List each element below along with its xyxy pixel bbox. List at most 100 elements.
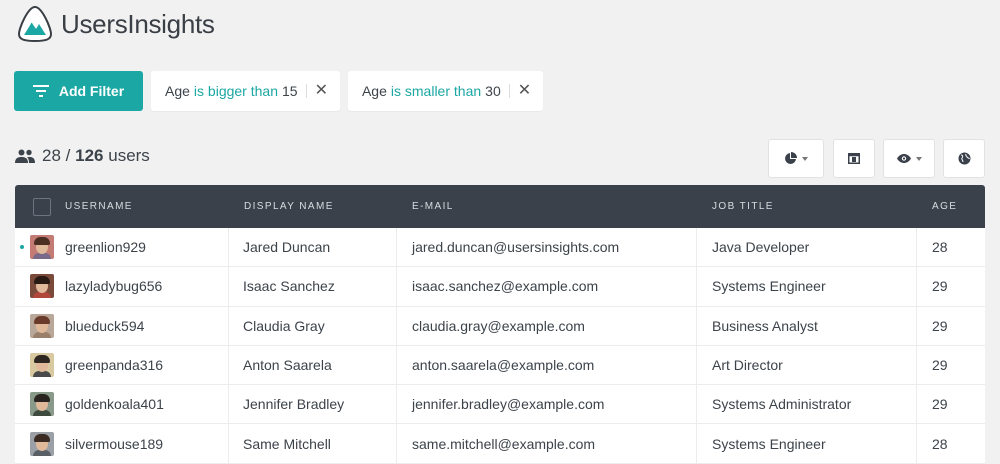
avatar[interactable] bbox=[30, 353, 54, 378]
avatar[interactable] bbox=[30, 313, 54, 338]
filter-value: 30 bbox=[485, 83, 501, 99]
display-name-cell: Isaac Sanchez bbox=[229, 267, 397, 306]
add-filter-button[interactable]: Add Filter bbox=[14, 71, 143, 111]
display-name: Same Mitchell bbox=[243, 435, 331, 452]
table-row[interactable]: silvermouse189 Same Mitchell same.mitche… bbox=[15, 424, 985, 464]
username[interactable]: greenlion929 bbox=[65, 239, 146, 255]
display-name: Jennifer Bradley bbox=[243, 396, 345, 413]
username-cell: silvermouse189 bbox=[15, 424, 229, 463]
username[interactable]: goldenkoala401 bbox=[65, 396, 164, 412]
age-cell: 29 bbox=[917, 267, 985, 305]
filter-chip[interactable]: Age is bigger than 15 ✕ bbox=[151, 71, 340, 111]
email-cell: jared.duncan@usersinsights.com bbox=[397, 228, 697, 267]
select-all-checkbox[interactable] bbox=[33, 197, 51, 216]
add-filter-label: Add Filter bbox=[58, 83, 125, 99]
pie-chart-icon bbox=[785, 152, 797, 164]
column-header-job-title[interactable]: JOB TITLE bbox=[712, 185, 932, 228]
display-name: Claudia Gray bbox=[243, 317, 325, 334]
avatar-hair bbox=[34, 394, 50, 403]
avatar-hair bbox=[34, 355, 50, 364]
age: 29 bbox=[932, 396, 948, 413]
job-title: Art Director bbox=[712, 357, 783, 374]
column-header-email[interactable]: E-MAIL bbox=[412, 185, 712, 228]
table-row[interactable]: greenlion929 Jared Duncan jared.duncan@u… bbox=[15, 228, 985, 268]
filter-bar: Add Filter Age is bigger than 15 ✕ Age i… bbox=[14, 71, 544, 111]
avatar[interactable] bbox=[30, 392, 54, 417]
avatar-hair bbox=[34, 237, 50, 246]
age-cell: 29 bbox=[917, 385, 985, 423]
job-title-cell: Systems Engineer bbox=[697, 424, 917, 463]
remove-filter-icon[interactable]: ✕ bbox=[315, 83, 328, 99]
job-title-cell: Systems Engineer bbox=[697, 267, 917, 306]
column-header-display-name[interactable]: DISPLAY NAME bbox=[244, 185, 412, 228]
email: anton.saarela@example.com bbox=[412, 357, 595, 374]
age: 28 bbox=[932, 239, 948, 256]
divider bbox=[508, 84, 510, 98]
globe-icon bbox=[958, 152, 970, 165]
email-cell: claudia.gray@example.com bbox=[397, 306, 697, 345]
filter-value: 15 bbox=[281, 83, 298, 99]
job-title-cell: Java Developer bbox=[697, 228, 917, 267]
avatar[interactable] bbox=[30, 235, 54, 260]
avatar-hair bbox=[34, 315, 50, 324]
job-title: Business Analyst bbox=[712, 317, 818, 334]
column-header-age[interactable]: AGE bbox=[932, 185, 985, 228]
job-title: Systems Engineer bbox=[712, 278, 826, 295]
table-row[interactable]: greenpanda316 Anton Saarela anton.saarel… bbox=[15, 345, 985, 386]
display-name: Anton Saarela bbox=[243, 357, 332, 374]
table-header: USERNAME DISPLAY NAME E-MAIL JOB TITLE A… bbox=[15, 185, 985, 228]
age: 29 bbox=[932, 357, 948, 374]
display-name: Jared Duncan bbox=[243, 239, 331, 256]
segments-button[interactable] bbox=[768, 139, 824, 178]
divider bbox=[305, 84, 307, 98]
avatar[interactable] bbox=[30, 274, 54, 299]
user-count: 28 / 126 users bbox=[15, 146, 150, 166]
email-cell: jennifer.bradley@example.com bbox=[397, 385, 697, 424]
avatar-shirt bbox=[33, 410, 51, 417]
table-row[interactable]: lazyladybug656 Isaac Sanchez isaac.sanch… bbox=[15, 267, 985, 307]
table-row[interactable]: blueduck594 Claudia Gray claudia.gray@ex… bbox=[15, 306, 985, 346]
users-icon bbox=[15, 149, 35, 163]
email-cell: anton.saarela@example.com bbox=[397, 345, 697, 385]
columns-button[interactable] bbox=[833, 139, 875, 178]
filter-chip[interactable]: Age is smaller than 30 ✕ bbox=[347, 71, 544, 111]
username[interactable]: blueduck594 bbox=[65, 318, 144, 334]
email: same.mitchell@example.com bbox=[412, 435, 596, 452]
column-header-username[interactable]: USERNAME bbox=[65, 185, 244, 228]
age-cell: 29 bbox=[917, 307, 985, 345]
avatar[interactable] bbox=[30, 431, 54, 456]
remove-filter-icon[interactable]: ✕ bbox=[518, 83, 531, 99]
count-unit: users bbox=[108, 146, 150, 165]
table-row[interactable]: goldenkoala401 Jennifer Bradley jennifer… bbox=[15, 385, 985, 425]
filter-icon bbox=[32, 85, 49, 97]
username[interactable]: lazyladybug656 bbox=[65, 278, 162, 294]
display-name-cell: Claudia Gray bbox=[229, 306, 397, 345]
map-button[interactable] bbox=[943, 139, 985, 178]
shown-count: 28 bbox=[42, 146, 61, 165]
logo-mountain-icon bbox=[17, 5, 53, 43]
username[interactable]: silvermouse189 bbox=[65, 436, 163, 452]
avatar-shirt bbox=[33, 253, 51, 260]
email: jared.duncan@usersinsights.com bbox=[412, 239, 620, 256]
age-cell: 28 bbox=[917, 228, 985, 266]
avatar-hair bbox=[34, 276, 50, 285]
eye-icon bbox=[896, 154, 911, 163]
username-cell: greenlion929 bbox=[15, 228, 229, 267]
age-cell: 29 bbox=[917, 346, 985, 384]
username[interactable]: greenpanda316 bbox=[65, 357, 163, 373]
chevron-down-icon bbox=[802, 156, 808, 161]
job-title: Systems Administrator bbox=[712, 396, 852, 413]
filter-field: Age bbox=[361, 83, 387, 99]
age: 29 bbox=[932, 317, 948, 334]
table-body: greenlion929 Jared Duncan jared.duncan@u… bbox=[15, 228, 985, 464]
username-cell: goldenkoala401 bbox=[15, 385, 229, 424]
app-name: UsersInsights bbox=[61, 8, 215, 39]
age: 28 bbox=[932, 435, 948, 452]
job-title: Java Developer bbox=[712, 239, 810, 256]
username-cell: blueduck594 bbox=[15, 306, 229, 345]
app-logo[interactable]: UsersInsights bbox=[15, 4, 215, 44]
visibility-button[interactable] bbox=[883, 139, 935, 178]
email-cell: same.mitchell@example.com bbox=[397, 424, 697, 463]
age-cell: 28 bbox=[917, 424, 985, 462]
select-all-cell bbox=[15, 185, 65, 228]
